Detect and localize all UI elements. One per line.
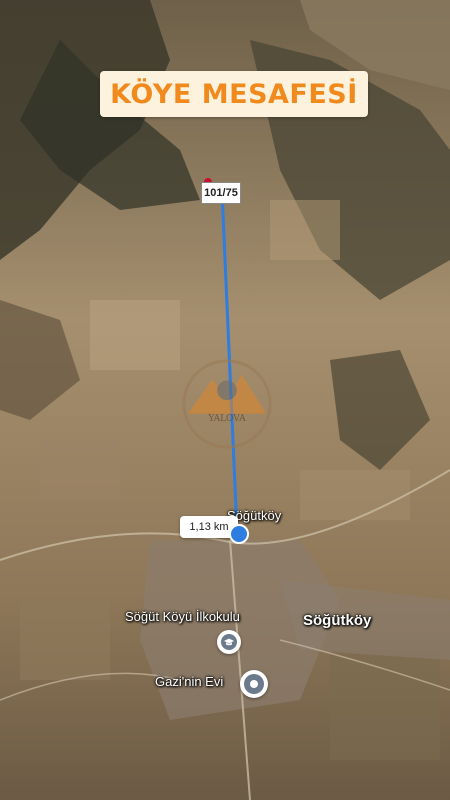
village-label-large[interactable]: Söğütköy	[303, 612, 371, 629]
map-title: KÖYE MESAFESİ	[100, 71, 368, 117]
place-pin[interactable]	[240, 670, 268, 698]
parcel-label[interactable]: 101/75	[201, 182, 241, 204]
school-label[interactable]: Söğüt Köyü İlkokulu	[125, 609, 240, 624]
watermark-text: YALOVA	[208, 414, 246, 424]
school-pin[interactable]	[217, 630, 241, 654]
location-pin-icon	[244, 674, 264, 694]
house-label[interactable]: Gazi'nin Evi	[155, 674, 223, 689]
watermark-logo-icon	[182, 359, 272, 449]
route-end-dot[interactable]	[229, 524, 249, 544]
school-icon	[221, 634, 237, 650]
